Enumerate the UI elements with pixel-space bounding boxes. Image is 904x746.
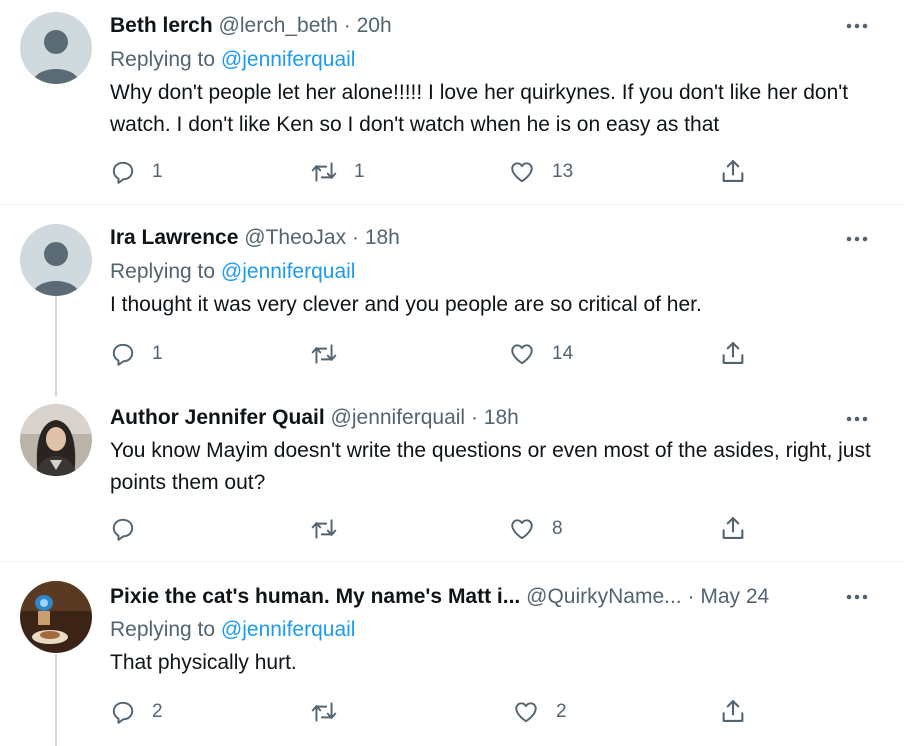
replying-to: Replying to @jenniferquail — [110, 258, 355, 286]
timestamp[interactable]: 18h — [365, 226, 400, 249]
tweet-text: Why don't people let her alone!!!!! I lo… — [110, 81, 849, 136]
share-icon — [722, 517, 744, 539]
replying-label: Replying to — [110, 48, 216, 71]
more-icon — [846, 23, 868, 29]
reply-button[interactable] — [110, 514, 152, 544]
display-name[interactable]: Ira Lawrence — [110, 226, 238, 249]
avatar[interactable] — [20, 224, 92, 296]
tweet-text: You know Mayim doesn't write the questio… — [110, 439, 871, 494]
more-icon — [846, 236, 868, 242]
timestamp[interactable]: 20h — [357, 14, 392, 37]
display-name[interactable]: Beth lerch — [110, 14, 213, 37]
like-icon — [511, 344, 533, 365]
timestamp[interactable]: 18h — [484, 406, 519, 429]
share-button[interactable] — [719, 338, 747, 368]
reply-count: 1 — [152, 343, 163, 364]
like-count: 2 — [556, 701, 567, 722]
share-button[interactable] — [719, 513, 747, 543]
retweet-button[interactable] — [310, 339, 354, 369]
replying-label: Replying to — [110, 618, 216, 641]
share-icon — [722, 700, 744, 722]
retweet-button[interactable] — [310, 514, 354, 544]
default-avatar-icon — [20, 12, 92, 84]
retweet-button[interactable] — [310, 697, 354, 727]
like-button[interactable]: 8 — [508, 514, 563, 544]
tweet-header: Ira Lawrence @TheoJax · 18h — [110, 224, 400, 252]
separator-dot: · — [351, 226, 359, 249]
timestamp[interactable]: May 24 — [700, 585, 769, 608]
reply-icon — [112, 701, 134, 724]
tweet-text: That physically hurt. — [110, 651, 297, 674]
share-icon — [722, 160, 744, 182]
tweet-text: I thought it was very clever and you peo… — [110, 293, 702, 316]
more-options-button[interactable] — [842, 585, 872, 609]
retweet-icon — [311, 519, 337, 539]
replying-to: Replying to @jenniferquail — [110, 616, 355, 644]
user-handle[interactable]: @QuirkyName... — [526, 585, 682, 608]
mention-link[interactable]: @jenniferquail — [221, 618, 356, 641]
reply-icon — [112, 343, 134, 366]
replying-label: Replying to — [110, 260, 216, 283]
avatar[interactable] — [20, 404, 92, 476]
reply-button[interactable]: 2 — [110, 697, 163, 727]
like-count: 13 — [552, 161, 574, 182]
replying-to: Replying to @jenniferquail — [110, 46, 355, 74]
share-button[interactable] — [719, 156, 747, 186]
reply-icon — [112, 518, 134, 541]
more-options-button[interactable] — [842, 14, 872, 38]
more-icon — [846, 416, 868, 422]
more-icon — [846, 594, 868, 600]
reply-count: 2 — [152, 701, 163, 722]
retweet-icon — [311, 162, 337, 182]
like-icon — [515, 702, 537, 723]
more-options-button[interactable] — [842, 227, 872, 251]
tweet-header: Beth lerch @lerch_beth · 20h — [110, 12, 392, 40]
mention-link[interactable]: @jenniferquail — [221, 260, 356, 283]
retweet-count: 1 — [354, 161, 365, 182]
more-options-button[interactable] — [842, 407, 872, 431]
avatar[interactable] — [20, 581, 92, 653]
tweet-ira-lawrence[interactable]: Ira Lawrence @TheoJax · 18h Replying to … — [0, 205, 904, 385]
tweet-jennifer-quail[interactable]: Author Jennifer Quail @jenniferquail · 1… — [0, 385, 904, 561]
separator-dot: · — [343, 14, 351, 37]
separator-dot: · — [687, 585, 695, 608]
retweet-icon — [311, 702, 337, 722]
default-avatar-icon — [20, 224, 92, 296]
user-handle[interactable]: @TheoJax — [244, 226, 346, 249]
photo-avatar-icon — [20, 404, 92, 476]
tweet-beth-lerch[interactable]: Beth lerch @lerch_beth · 20h Replying to… — [0, 0, 904, 204]
tweet-pixie-cat-human[interactable]: Pixie the cat's human. My name's Matt i.… — [0, 562, 904, 746]
like-icon — [511, 162, 533, 183]
share-button[interactable] — [719, 696, 747, 726]
like-button[interactable]: 13 — [508, 157, 573, 187]
reply-icon — [112, 161, 134, 184]
like-count: 8 — [552, 518, 563, 539]
user-handle[interactable]: @jenniferquail — [331, 406, 466, 429]
share-icon — [722, 342, 744, 364]
reply-button[interactable]: 1 — [110, 157, 163, 187]
tweet-header: Pixie the cat's human. My name's Matt i.… — [110, 583, 769, 611]
mention-link[interactable]: @jenniferquail — [221, 48, 356, 71]
like-icon — [511, 519, 533, 540]
avatar[interactable] — [20, 12, 92, 84]
retweet-button[interactable]: 1 — [310, 157, 365, 187]
user-handle[interactable]: @lerch_beth — [219, 14, 338, 37]
reply-button[interactable]: 1 — [110, 339, 163, 369]
like-count: 14 — [552, 343, 574, 364]
like-button[interactable]: 14 — [508, 339, 573, 369]
tweet-header: Author Jennifer Quail @jenniferquail · 1… — [110, 404, 519, 432]
retweet-icon — [311, 344, 337, 364]
display-name[interactable]: Pixie the cat's human. My name's Matt i.… — [110, 585, 520, 608]
separator-dot: · — [470, 406, 478, 429]
like-button[interactable]: 2 — [512, 697, 567, 727]
display-name[interactable]: Author Jennifer Quail — [110, 406, 325, 429]
photo-avatar-icon — [20, 581, 92, 653]
reply-count: 1 — [152, 161, 163, 182]
